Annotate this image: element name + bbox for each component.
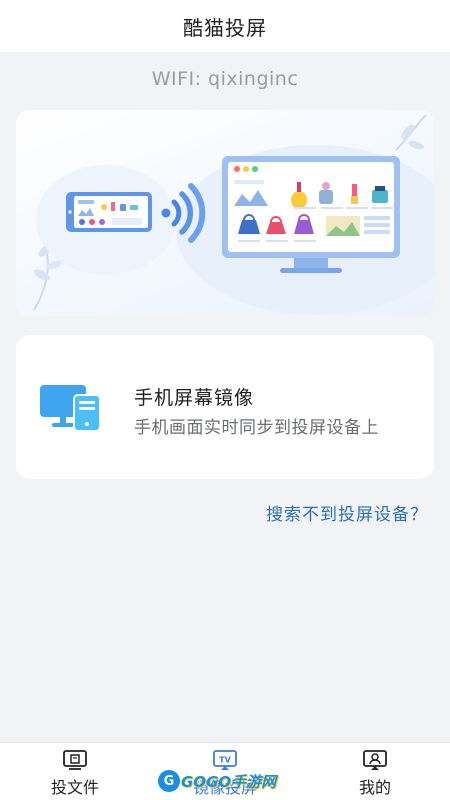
watermark-mark: G	[158, 770, 180, 792]
profile-icon	[363, 750, 387, 770]
tab-cast-file[interactable]: 投文件	[0, 743, 150, 800]
cast-banner	[16, 110, 434, 316]
wifi-name: WIFI: qixinginc	[151, 68, 299, 90]
page-title: 酷猫投屏	[183, 15, 267, 40]
tv-icon: TV	[213, 750, 237, 770]
monitor-phone-icon	[40, 385, 101, 432]
svg-text:TV: TV	[219, 756, 231, 765]
screen-mirror-card[interactable]: 手机屏幕镜像 手机画面实时同步到投屏设备上	[16, 335, 434, 479]
mirror-card-title: 手机屏幕镜像	[134, 387, 255, 409]
tab-label: 我的	[358, 778, 391, 797]
tab-label: 投文件	[50, 778, 99, 797]
cast-file-icon	[63, 750, 87, 770]
mirror-card-subtitle: 手机画面实时同步到投屏设备上	[134, 418, 379, 438]
cant-find-device-link[interactable]: 搜索不到投屏设备？	[266, 500, 428, 525]
watermark-logo: G GOGO手游网	[158, 770, 276, 792]
watermark-text: GOGO手游网	[181, 772, 277, 791]
tab-profile[interactable]: 我的	[300, 743, 450, 800]
app-header: 酷猫投屏	[0, 0, 450, 52]
phone-to-tv-cast-illustration	[33, 114, 434, 315]
